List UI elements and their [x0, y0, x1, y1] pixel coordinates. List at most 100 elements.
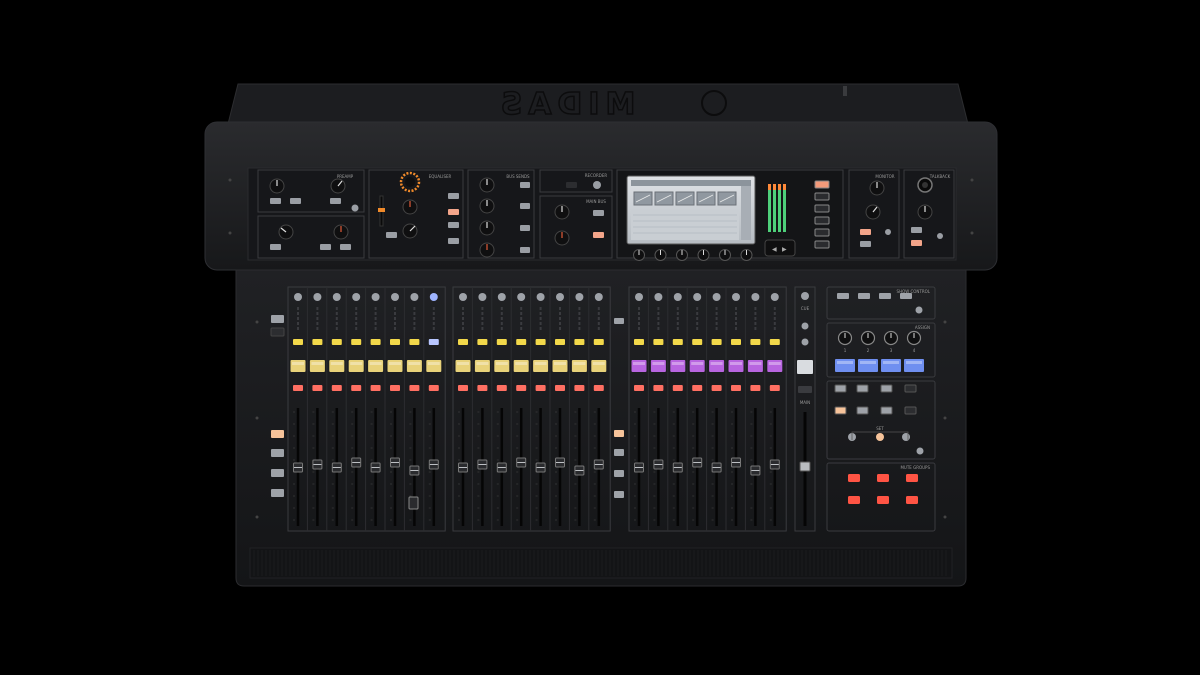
channel-select-knob[interactable]: [332, 293, 341, 301]
channel-select-led[interactable]: [769, 339, 780, 345]
recorder-small-button[interactable]: [566, 182, 577, 188]
channel-mute-button[interactable]: [390, 385, 400, 391]
channel-select-led[interactable]: [331, 339, 342, 345]
channel-select-led[interactable]: [711, 339, 722, 345]
screen-encoder-2[interactable]: [654, 249, 667, 261]
channel-mute-button[interactable]: [496, 385, 507, 391]
eq-button-5[interactable]: [386, 232, 397, 238]
channel-mute-button[interactable]: [331, 385, 342, 391]
channel-select-knob[interactable]: [751, 293, 760, 301]
channel-select-led[interactable]: [312, 339, 323, 345]
mute-group-button-4[interactable]: [848, 496, 860, 504]
nav-button-5[interactable]: [834, 406, 847, 415]
nav-button-8[interactable]: [904, 406, 917, 415]
navigation-pad[interactable]: ◀ ▶: [764, 239, 796, 257]
main-bus-button-2[interactable]: [593, 232, 604, 238]
eq-gain-knob[interactable]: [402, 199, 418, 215]
assign-knob-2[interactable]: [860, 330, 876, 346]
mute-group-button-3[interactable]: [906, 474, 918, 482]
eq-band-button-1[interactable]: [448, 193, 459, 199]
channel-mute-button[interactable]: [409, 385, 420, 391]
bus-send-button-4[interactable]: [520, 247, 530, 253]
channel-mute-button[interactable]: [672, 385, 683, 391]
channel-mute-button[interactable]: [535, 385, 546, 391]
assign-knob-1[interactable]: [837, 330, 853, 346]
channel-select-led[interactable]: [516, 339, 527, 345]
channel-select-led[interactable]: [750, 339, 761, 345]
channel-select-led[interactable]: [458, 339, 468, 345]
talkback-level-knob[interactable]: [917, 204, 933, 220]
channel-select-knob[interactable]: [673, 293, 682, 301]
center-button-3[interactable]: [614, 449, 624, 456]
bus-send-knob-4[interactable]: [479, 242, 495, 258]
channel-select-led[interactable]: [390, 339, 400, 345]
screen-encoder-1[interactable]: [633, 249, 645, 261]
channel-select-knob[interactable]: [371, 293, 380, 301]
left-top-button[interactable]: [271, 315, 284, 323]
channel-select-knob[interactable]: [712, 293, 721, 301]
gain-knob[interactable]: [269, 178, 285, 194]
show-control-go-button[interactable]: [915, 306, 923, 314]
channel-select-knob[interactable]: [294, 293, 302, 301]
channel-select-led[interactable]: [731, 339, 741, 345]
bus-send-button-2[interactable]: [520, 203, 530, 209]
xlr-jack-icon[interactable]: [917, 177, 933, 193]
bus-send-button-3[interactable]: [520, 225, 530, 231]
channel-select-led[interactable]: [370, 339, 381, 345]
channel-mute-button[interactable]: [692, 385, 703, 391]
channel-mute-button[interactable]: [458, 385, 468, 391]
channel-select-led[interactable]: [535, 339, 546, 345]
mute-group-button-1[interactable]: [848, 474, 860, 482]
channel-select-knob[interactable]: [654, 293, 663, 301]
gate-knob[interactable]: [333, 224, 349, 240]
channel-select-led[interactable]: [574, 339, 585, 345]
channel-select-knob[interactable]: [352, 293, 361, 301]
center-button-2[interactable]: [614, 430, 624, 437]
screen-soft-button-6[interactable]: [814, 240, 830, 249]
channel-mute-button[interactable]: [312, 385, 323, 391]
channel-mute-button[interactable]: [477, 385, 488, 391]
mute-group-button-2[interactable]: [877, 474, 889, 482]
channel-select-led[interactable]: [555, 339, 565, 345]
channel-mute-button[interactable]: [731, 385, 741, 391]
channel-select-led[interactable]: [653, 339, 664, 345]
screen-encoder-5[interactable]: [719, 249, 731, 261]
channel-select-led[interactable]: [672, 339, 683, 345]
recorder-button[interactable]: [593, 181, 601, 189]
channel-mute-button[interactable]: [428, 385, 439, 391]
main-bus-knob-1[interactable]: [554, 204, 570, 220]
talkback-button-2[interactable]: [911, 240, 922, 246]
nav-button-6[interactable]: [856, 406, 869, 415]
preamp-small-button[interactable]: [351, 204, 359, 212]
screen-encoder-4[interactable]: [697, 249, 710, 261]
channel-select-knob[interactable]: [459, 293, 467, 301]
channel-mute-button[interactable]: [555, 385, 565, 391]
channel-select-led[interactable]: [293, 339, 303, 345]
assign-knob-4[interactable]: [906, 330, 922, 346]
bus-send-knob-2[interactable]: [479, 198, 495, 214]
eq-band-button-3[interactable]: [448, 222, 459, 228]
set-button-3[interactable]: [902, 433, 910, 441]
eq-band-button-2[interactable]: [448, 209, 459, 215]
channel-mute-button[interactable]: [351, 385, 362, 391]
channel-mute-button[interactable]: [293, 385, 303, 391]
channel-select-knob[interactable]: [635, 293, 643, 301]
channel-select-led[interactable]: [428, 339, 439, 345]
channel-select-knob[interactable]: [517, 293, 526, 301]
main-bus-knob-2[interactable]: [554, 230, 570, 246]
preamp-button-5[interactable]: [320, 244, 331, 250]
set-button-2[interactable]: [876, 433, 884, 441]
trim-knob[interactable]: [330, 178, 346, 194]
layer-button-1[interactable]: [271, 430, 284, 438]
preamp-button-3[interactable]: [330, 198, 341, 204]
channel-select-led[interactable]: [351, 339, 362, 345]
mute-group-button-6[interactable]: [906, 496, 918, 504]
left-top-button-2[interactable]: [270, 327, 285, 337]
channel-select-led[interactable]: [634, 339, 644, 345]
channel-select-led[interactable]: [593, 339, 604, 345]
channel-select-led[interactable]: [409, 339, 420, 345]
channel-select-knob[interactable]: [594, 293, 603, 301]
screen-soft-button-5[interactable]: [814, 228, 830, 237]
mute-group-button-5[interactable]: [877, 496, 889, 504]
channel-fader-cap-low[interactable]: [408, 496, 419, 510]
